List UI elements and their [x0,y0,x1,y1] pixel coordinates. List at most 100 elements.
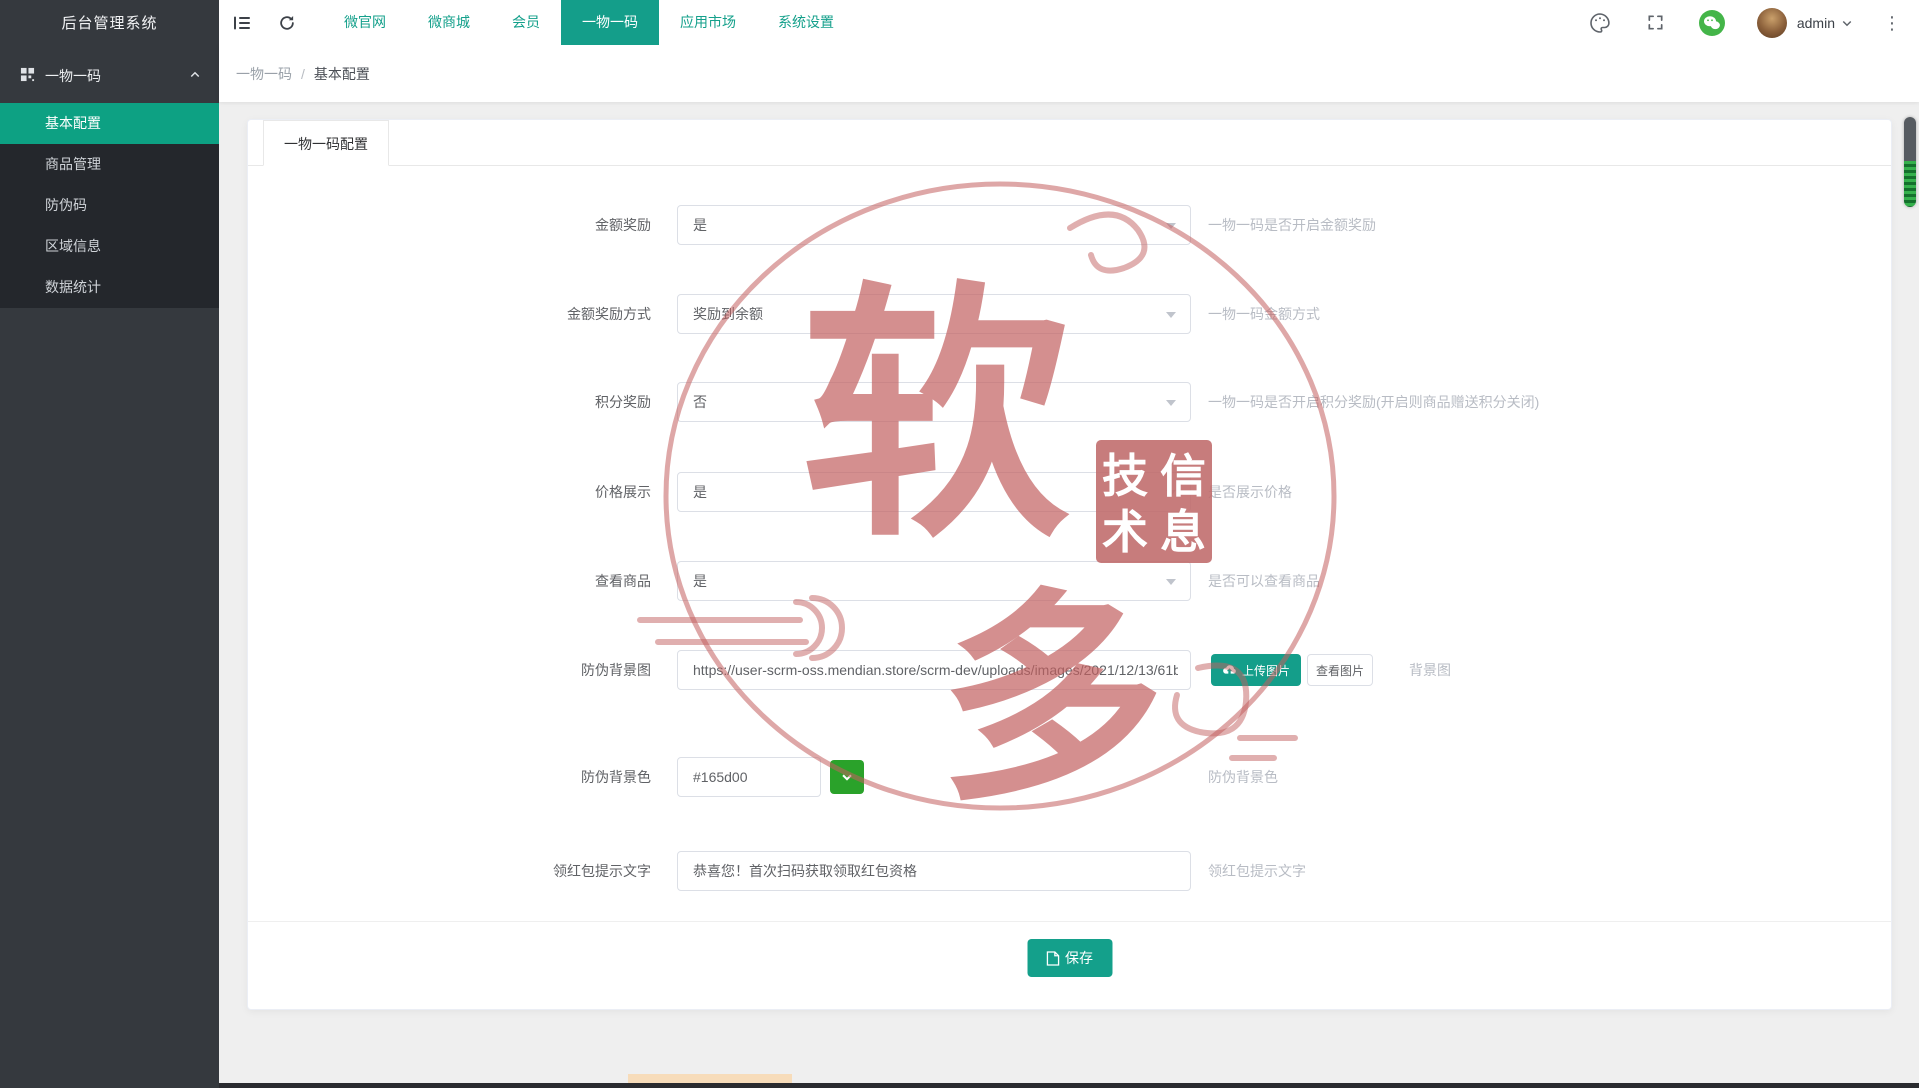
user-name: admin [1797,15,1835,31]
sidebar-item-region-info[interactable]: 区域信息 [0,226,219,267]
form-footer-divider [248,921,1891,922]
security-bg-color-help: 防伪背景色 [1208,757,1278,797]
select-caret-icon [1166,400,1176,406]
config-card: 一物一码配置 金额奖励 是 一物一码是否开启金额奖励 金额奖励方式 [247,119,1892,1010]
scrollbar-thumb-top [1904,117,1916,161]
refresh-icon[interactable] [264,0,309,45]
form-row-security-bg-image: 防伪背景图 上传图片 查看图片 背景图 [248,650,1891,690]
view-product-help: 是否可以查看商品 [1208,561,1320,601]
select-caret-icon [1166,490,1176,496]
vertical-scrollbar-thumb[interactable] [1904,117,1916,207]
upload-image-label: 上传图片 [1242,662,1290,679]
sidebar-item-anti-counterfeit-code[interactable]: 防伪码 [0,185,219,226]
tab-yiwuyima[interactable]: 一物一码 [561,0,659,45]
select-caret-icon [1166,312,1176,318]
collapse-menu-icon[interactable] [219,0,264,45]
card-tab-bar: 一物一码配置 [248,120,1891,166]
redpacket-tip-label: 领红包提示文字 [248,851,651,891]
form-row-amount-reward: 金额奖励 是 一物一码是否开启金额奖励 [248,205,1891,245]
horizontal-scrollbar-track[interactable] [219,1083,1919,1088]
view-product-label: 查看商品 [248,561,651,601]
content-area: 一物一码配置 金额奖励 是 一物一码是否开启金额奖励 金额奖励方式 [219,102,1919,1088]
price-display-select[interactable]: 是 [677,472,1191,512]
amount-reward-label: 金额奖励 [248,205,651,245]
amount-reward-help: 一物一码是否开启金额奖励 [1208,205,1376,245]
caret-down-icon [1841,17,1853,29]
save-button[interactable]: 保存 [1027,939,1112,977]
points-reward-select[interactable]: 否 [677,382,1191,422]
amount-reward-mode-label: 金额奖励方式 [248,294,651,334]
caret-down-icon [840,770,854,784]
sidebar-group-label: 一物一码 [45,66,189,86]
view-product-value: 是 [693,573,707,589]
form-row-security-bg-color: 防伪背景色 防伪背景色 [248,757,1891,797]
sidebar-item-product-management[interactable]: 商品管理 [0,144,219,185]
sidebar-submenu: 基本配置 商品管理 防伪码 区域信息 数据统计 [0,103,219,308]
topbar: 微官网 微商城 会员 一物一码 应用市场 系统设置 admin [219,0,1919,45]
security-bg-image-input[interactable] [677,650,1191,690]
breadcrumb-parent[interactable]: 一物一码 [236,64,292,84]
tab-yiwuyima-config[interactable]: 一物一码配置 [263,120,389,166]
security-bg-image-help: 背景图 [1409,650,1451,690]
top-nav-tabs: 微官网 微商城 会员 一物一码 应用市场 系统设置 [323,0,855,45]
save-button-label: 保存 [1065,948,1093,968]
tab-huiyuan[interactable]: 会员 [491,0,561,45]
breadcrumb: 一物一码 / 基本配置 [219,45,1919,102]
points-reward-help: 一物一码是否开启积分奖励(开启则商品赠送积分关闭) [1208,382,1539,422]
view-image-button[interactable]: 查看图片 [1307,654,1373,686]
sidebar-group-yiwuyima[interactable]: 一物一码 [0,48,219,103]
tab-yingyongshichang[interactable]: 应用市场 [659,0,757,45]
price-display-label: 价格展示 [248,472,651,512]
form-row-redpacket-tip: 领红包提示文字 领红包提示文字 [248,851,1891,891]
breadcrumb-current: 基本配置 [314,64,370,84]
wechat-icon[interactable] [1699,10,1725,36]
upload-image-button[interactable]: 上传图片 [1211,654,1301,686]
security-bg-color-input[interactable] [677,757,821,797]
form-row-price-display: 价格展示 是 是否展示价格 [248,472,1891,512]
config-form: 金额奖励 是 一物一码是否开启金额奖励 金额奖励方式 奖励到余额 [248,166,1891,1010]
page: 后台管理系统 一物一码 基本配置 商品管理 防伪码 区域信息 数据统计 [0,0,1919,1088]
kebab-menu-icon[interactable]: ⋮ [1883,10,1901,36]
tab-weiguanwang[interactable]: 微官网 [323,0,407,45]
scrollbar-thumb-stripes [1904,161,1916,207]
avatar[interactable] [1757,8,1787,38]
view-image-label: 查看图片 [1316,662,1364,679]
amount-reward-mode-help: 一物一码金额方式 [1208,294,1320,334]
bottom-orange-strip [628,1074,792,1083]
amount-reward-value: 是 [693,217,707,233]
form-row-amount-reward-mode: 金额奖励方式 奖励到余额 一物一码金额方式 [248,294,1891,334]
form-row-points-reward: 积分奖励 否 一物一码是否开启积分奖励(开启则商品赠送积分关闭) [248,382,1891,422]
chevron-up-icon [189,68,201,84]
app-title: 后台管理系统 [0,0,219,48]
sidebar-item-data-statistics[interactable]: 数据统计 [0,267,219,308]
main-area: 微官网 微商城 会员 一物一码 应用市场 系统设置 admin [219,0,1919,1088]
select-caret-icon [1166,223,1176,229]
qr-grid-icon [20,67,35,85]
view-product-select[interactable]: 是 [677,561,1191,601]
tab-weishangcheng[interactable]: 微商城 [407,0,491,45]
color-picker-button[interactable] [830,760,864,794]
redpacket-tip-help: 领红包提示文字 [1208,851,1306,891]
amount-reward-select[interactable]: 是 [677,205,1191,245]
sidebar: 后台管理系统 一物一码 基本配置 商品管理 防伪码 区域信息 数据统计 [0,0,219,1088]
document-save-icon [1046,951,1059,966]
security-bg-color-label: 防伪背景色 [248,757,651,797]
price-display-help: 是否展示价格 [1208,472,1292,512]
topbar-right: admin ⋮ [1557,0,1919,45]
price-display-value: 是 [693,484,707,500]
user-menu[interactable]: admin [1797,15,1853,31]
cloud-upload-icon [1222,664,1237,676]
select-caret-icon [1166,579,1176,585]
amount-reward-mode-value: 奖励到余额 [693,306,763,322]
breadcrumb-separator: / [301,66,305,82]
redpacket-tip-input[interactable] [677,851,1191,891]
theme-palette-icon[interactable] [1587,10,1613,36]
fullscreen-icon[interactable] [1643,10,1669,36]
points-reward-label: 积分奖励 [248,382,651,422]
form-row-view-product: 查看商品 是 是否可以查看商品 [248,561,1891,601]
points-reward-value: 否 [693,394,707,410]
amount-reward-mode-select[interactable]: 奖励到余额 [677,294,1191,334]
security-bg-image-label: 防伪背景图 [248,650,651,690]
sidebar-item-basic-config[interactable]: 基本配置 [0,103,219,144]
tab-xitongshezhi[interactable]: 系统设置 [757,0,855,45]
